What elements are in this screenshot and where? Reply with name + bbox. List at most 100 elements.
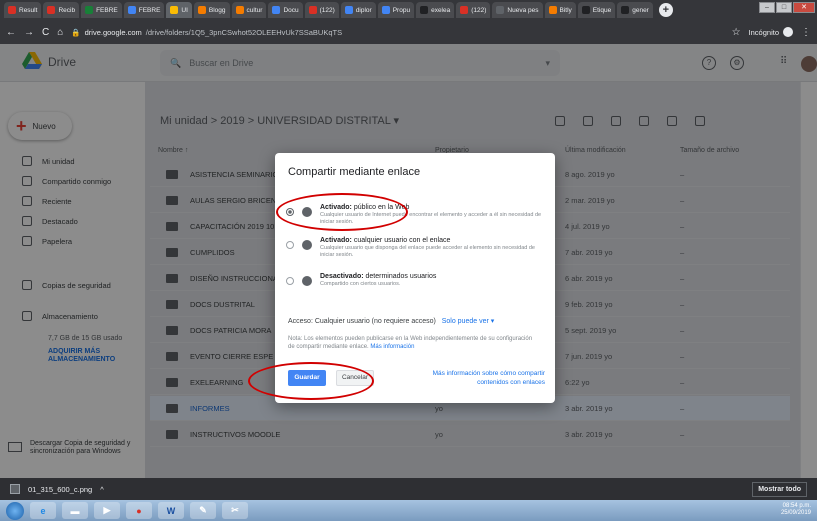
browser-tab[interactable]: UI <box>166 2 192 18</box>
tab-label: exelea <box>431 6 451 14</box>
chrome-icon[interactable]: ● <box>126 502 152 519</box>
tab-favicon-icon <box>197 6 206 14</box>
new-tab-icon[interactable]: + <box>658 3 673 17</box>
incognito-label: Incógnito <box>748 27 779 37</box>
tab-favicon-icon <box>460 6 469 14</box>
tab-favicon-icon <box>308 6 317 14</box>
tab-label: UI <box>181 6 188 14</box>
option-state: Desactivado: <box>320 273 364 280</box>
browser-tab[interactable]: (122) <box>304 2 339 18</box>
browser-tab[interactable]: Etique <box>577 2 616 18</box>
tab-favicon-icon <box>127 6 136 14</box>
url-field[interactable]: 🔒 drive.google.com/drive/folders/1Q5_3pn… <box>71 24 723 40</box>
browser-tab[interactable]: FEBRE <box>123 2 165 18</box>
tab-favicon-icon <box>85 6 94 14</box>
explorer-icon[interactable]: ▬ <box>62 502 88 519</box>
browser-tab[interactable]: (122) <box>456 2 491 18</box>
share-option[interactable]: Desactivado: determinados usuarios Compar… <box>286 273 550 288</box>
tab-favicon-icon <box>548 6 557 14</box>
tab-label: diplor <box>355 6 372 14</box>
access-row: Acceso: Cualquier usuario (no requiere a… <box>288 317 494 325</box>
tab-favicon-icon <box>344 6 353 14</box>
option-description: Compartido con ciertos usuarios. <box>320 281 401 287</box>
chevron-up-icon[interactable]: ^ <box>100 485 104 494</box>
tab-label: Result <box>19 6 38 14</box>
tab-label: Bitly <box>559 6 572 14</box>
option-label: determinados usuarios <box>363 273 437 280</box>
clock-time: 08:54 p.m. <box>782 503 811 509</box>
start-button[interactable] <box>6 501 24 520</box>
note-link[interactable]: Más información <box>370 344 414 350</box>
word-icon[interactable]: W <box>158 502 184 519</box>
tab-favicon-icon <box>381 6 390 14</box>
tab-favicon-icon <box>170 6 179 14</box>
dialog-title: Compartir mediante enlace <box>288 166 421 178</box>
ie-icon[interactable]: e <box>30 502 56 519</box>
tab-favicon-icon <box>621 6 630 14</box>
browser-tab[interactable]: Propu <box>377 2 415 18</box>
tab-label: cultur <box>246 6 263 14</box>
share-option[interactable]: Activado: cualquier usuario con el enlac… <box>286 237 550 259</box>
tab-label: Propu <box>392 6 411 14</box>
maximize-button[interactable]: □ <box>776 2 792 13</box>
more-info-link[interactable]: Más información sobre cómo compartir con… <box>415 369 545 387</box>
option-label: cualquier usuario con el enlace <box>351 237 451 244</box>
menu-dots-icon[interactable]: ⋮ <box>801 27 811 38</box>
browser-tab[interactable]: cultur <box>231 2 267 18</box>
people-icon <box>302 276 312 286</box>
reload-icon[interactable]: C <box>42 27 49 38</box>
download-filename[interactable]: 01_315_600_c.png <box>28 485 92 494</box>
radio-button[interactable] <box>286 277 294 285</box>
tab-strip: Result Recib FEBRE FEBRE UI Blogg cultur Docu (1… <box>0 0 817 20</box>
annotation-circle-buttons <box>248 362 374 400</box>
tab-label: (122) <box>471 6 487 14</box>
browser-tab[interactable]: Nueva pes <box>492 2 543 18</box>
browser-tab[interactable]: exelea <box>416 2 455 18</box>
browser-tab[interactable]: diplor <box>340 2 376 18</box>
permission-dropdown[interactable]: Solo puede ver ▾ <box>442 318 495 325</box>
tab-label: FEBRE <box>96 6 118 14</box>
browser-tab[interactable]: Result <box>4 2 42 18</box>
media-icon[interactable]: ▶ <box>94 502 120 519</box>
address-bar-row: ← → C ⌂ 🔒 drive.google.com/drive/folders… <box>0 20 817 44</box>
show-all-button[interactable]: Mostrar todo <box>752 482 807 497</box>
file-icon <box>10 484 20 494</box>
tab-label: FEBRE <box>138 6 161 14</box>
tab-label: Nueva pes <box>507 6 539 14</box>
radio-button[interactable] <box>286 241 294 249</box>
minimize-button[interactable]: – <box>759 2 775 13</box>
app-icon[interactable]: ✂ <box>222 502 248 519</box>
tab-favicon-icon <box>8 6 16 14</box>
tab-label: Blogg <box>208 6 226 14</box>
browser-tab[interactable]: FEBRE <box>81 2 122 18</box>
option-state: Activado: <box>320 237 352 244</box>
home-icon[interactable]: ⌂ <box>57 27 63 38</box>
url-host: drive.google.com <box>84 27 142 37</box>
browser-tab[interactable]: Blogg <box>193 2 230 18</box>
incognito-icon <box>783 27 793 37</box>
window-controls: – □ ✕ <box>759 2 815 13</box>
tab-favicon-icon <box>272 6 281 14</box>
tab-label: (122) <box>319 6 335 14</box>
back-icon[interactable]: ← <box>6 27 16 38</box>
tab-label: Etique <box>592 6 612 14</box>
url-path: /drive/folders/1Q5_3pnCSwhot52OLEEHvUk7S… <box>145 27 343 37</box>
windows-taskbar: e ▬ ▶ ● W ✎ ✂ <box>0 500 817 521</box>
access-label: Acceso: Cualquier usuario (no requiere a… <box>288 318 436 325</box>
browser-tab[interactable]: gener <box>617 2 653 18</box>
incognito-indicator[interactable]: Incógnito <box>749 27 793 37</box>
browser-tab[interactable]: Recib <box>43 2 80 18</box>
browser-tab[interactable]: Bitly <box>544 2 576 18</box>
tab-favicon-icon <box>235 6 244 14</box>
downloads-bar: 01_315_600_c.png ^ <box>0 478 817 500</box>
clock-date: 25/09/2019 <box>780 510 811 516</box>
tab-favicon-icon <box>496 6 505 14</box>
forward-icon[interactable]: → <box>24 27 34 38</box>
browser-tab[interactable]: Docu <box>268 2 303 18</box>
person-link-icon <box>302 240 312 250</box>
annotation-circle-option <box>276 193 408 231</box>
paint-icon[interactable]: ✎ <box>190 502 216 519</box>
tab-label: Docu <box>283 6 299 14</box>
close-window-button[interactable]: ✕ <box>793 2 815 13</box>
bookmark-star-icon[interactable]: ☆ <box>732 27 741 38</box>
